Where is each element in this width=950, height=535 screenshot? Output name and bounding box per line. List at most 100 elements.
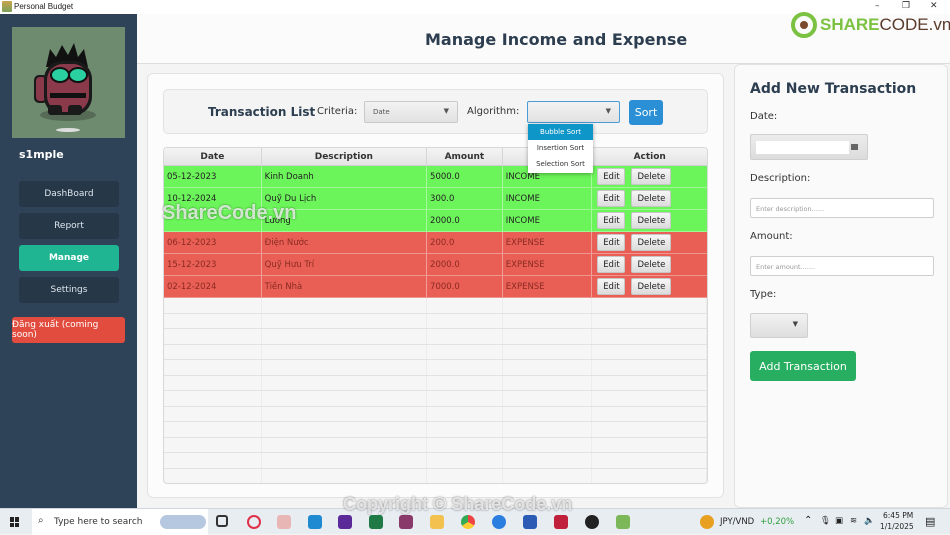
cell-action: Edit Delete <box>592 166 707 187</box>
empty-cell <box>427 437 503 452</box>
ticker-change: +0,20% <box>760 517 795 527</box>
cell-type: EXPENSE <box>503 232 593 253</box>
app-icon-pink[interactable] <box>277 515 291 529</box>
table-row[interactable]: Lương 2000.0 INCOME Edit Delete <box>164 210 707 232</box>
type-select[interactable]: ▼ <box>750 313 808 338</box>
avatar-character-icon <box>12 27 125 138</box>
edit-button[interactable]: Edit <box>597 190 626 207</box>
file-explorer-icon[interactable] <box>430 515 444 529</box>
empty-cell <box>592 298 707 313</box>
task-view-icon[interactable] <box>216 515 228 527</box>
empty-cell <box>427 453 503 468</box>
excel-icon[interactable] <box>369 515 383 529</box>
date-picker[interactable] <box>750 134 868 160</box>
algorithm-select[interactable]: ▼ <box>527 101 620 123</box>
sidebar-item-settings[interactable]: Settings <box>19 277 119 303</box>
empty-cell <box>164 344 262 359</box>
table-row[interactable]: 15-12-2023 Quỹ Hưu Trí 2000.0 EXPENSE Edit De… <box>164 254 707 276</box>
add-transaction-title: Add New Transaction <box>750 81 917 97</box>
clock-date[interactable]: 1/1/2025 <box>880 522 914 531</box>
algorithm-option-selection-sort[interactable]: Selection Sort <box>528 156 593 172</box>
chevron-up-icon[interactable]: ⌃ <box>804 515 812 526</box>
opera-icon[interactable] <box>247 515 261 529</box>
microphone-icon[interactable]: 🎙 <box>820 516 831 526</box>
personal-budget-taskbar-icon[interactable] <box>616 515 630 529</box>
empty-cell <box>592 375 707 390</box>
empty-cell <box>503 468 593 483</box>
empty-table-row <box>164 313 707 329</box>
cell-description: Tiền Nhà <box>262 276 428 297</box>
delete-button[interactable]: Delete <box>631 234 672 251</box>
empty-cell <box>503 406 593 421</box>
winrar-icon[interactable] <box>399 515 413 529</box>
logout-button[interactable]: Đăng xuất (coming soon) <box>12 317 125 343</box>
algorithm-option-bubble-sort[interactable]: Bubble Sort <box>528 124 593 140</box>
empty-cell <box>164 313 262 328</box>
taskbar: ⌕ Type here to search JPY/VND +0,20% ⌃ 🎙… <box>0 508 950 535</box>
clock-time[interactable]: 6:45 PM <box>883 511 913 520</box>
delete-button[interactable]: Delete <box>631 256 672 273</box>
sidebar-item-manage[interactable]: Manage <box>19 245 119 271</box>
column-header-action[interactable]: Action <box>592 148 707 165</box>
volume-icon[interactable]: 🔈 <box>864 516 875 526</box>
vscode-icon[interactable] <box>308 515 322 529</box>
criteria-value: Date <box>373 108 390 116</box>
cell-amount: 300.0 <box>427 188 503 209</box>
sidebar-item-dashboard[interactable]: DashBoard <box>19 181 119 207</box>
column-header-date[interactable]: Date <box>164 148 262 165</box>
criteria-select[interactable]: Date ▼ <box>364 101 458 123</box>
cell-date: 15-12-2023 <box>164 254 262 275</box>
calendar-icon[interactable] <box>851 144 858 150</box>
zalo-icon[interactable] <box>492 515 506 529</box>
column-header-description[interactable]: Description <box>262 148 428 165</box>
delete-button[interactable]: Delete <box>631 212 672 229</box>
intellij-icon[interactable] <box>554 515 568 529</box>
minimize-button[interactable]: – <box>875 1 880 11</box>
date-input[interactable] <box>756 141 849 154</box>
taskbar-search-placeholder: Type here to search <box>54 517 143 527</box>
column-header-amount[interactable]: Amount <box>427 148 503 165</box>
empty-cell <box>164 298 262 313</box>
delete-button[interactable]: Delete <box>631 190 672 207</box>
delete-button[interactable]: Delete <box>631 168 672 185</box>
camera-icon[interactable]: ▣ <box>835 516 843 526</box>
ticker-name: JPY/VND <box>720 517 755 527</box>
wifi-icon[interactable]: ≋ <box>850 516 857 526</box>
empty-table-row <box>164 344 707 360</box>
table-row[interactable]: 05-12-2023 Kinh Doanh 5000.0 INCOME Edit Dele… <box>164 166 707 188</box>
edit-button[interactable]: Edit <box>597 256 626 273</box>
ticker-icon <box>700 515 714 529</box>
notification-icon[interactable]: ▤ <box>925 515 935 528</box>
cell-amount: 2000.0 <box>427 210 503 231</box>
table-row[interactable]: 10-12-2024 Quỹ Du Lịch 300.0 INCOME Edit Dele… <box>164 188 707 210</box>
empty-cell <box>503 360 593 375</box>
table-row[interactable]: 02-12-2024 Tiền Nhà 7000.0 EXPENSE Edit Delet… <box>164 276 707 298</box>
edit-button[interactable]: Edit <box>597 234 626 251</box>
table-row[interactable]: 06-12-2023 Điện Nước 200.0 EXPENSE Edit Delet… <box>164 232 707 254</box>
cell-type: INCOME <box>503 188 593 209</box>
close-button[interactable]: ✕ <box>930 1 938 11</box>
delete-button[interactable]: Delete <box>631 278 672 295</box>
edit-button[interactable]: Edit <box>597 212 626 229</box>
cell-action: Edit Delete <box>592 254 707 275</box>
description-input[interactable]: Enter description...... <box>750 198 934 218</box>
record-app-icon[interactable] <box>585 515 599 529</box>
empty-cell <box>262 406 428 421</box>
algorithm-option-insertion-sort[interactable]: Insertion Sort <box>528 140 593 156</box>
windows-start-icon[interactable] <box>10 517 20 527</box>
edit-button[interactable]: Edit <box>597 168 626 185</box>
sort-button[interactable]: Sort <box>629 100 663 125</box>
word-icon[interactable] <box>523 515 537 529</box>
amount-input[interactable]: Enter amount....... <box>750 256 934 276</box>
maximize-button[interactable]: ❐ <box>902 1 910 11</box>
empty-cell <box>427 468 503 483</box>
cell-action: Edit Delete <box>592 188 707 209</box>
edit-button[interactable]: Edit <box>597 278 626 295</box>
sidebar-item-report[interactable]: Report <box>19 213 119 239</box>
add-transaction-button[interactable]: Add Transaction <box>750 351 856 381</box>
visual-studio-icon[interactable] <box>338 515 352 529</box>
page-title: Manage Income and Expense <box>425 30 688 49</box>
empty-cell <box>427 406 503 421</box>
empty-cell <box>427 298 503 313</box>
chrome-icon[interactable] <box>461 515 475 529</box>
